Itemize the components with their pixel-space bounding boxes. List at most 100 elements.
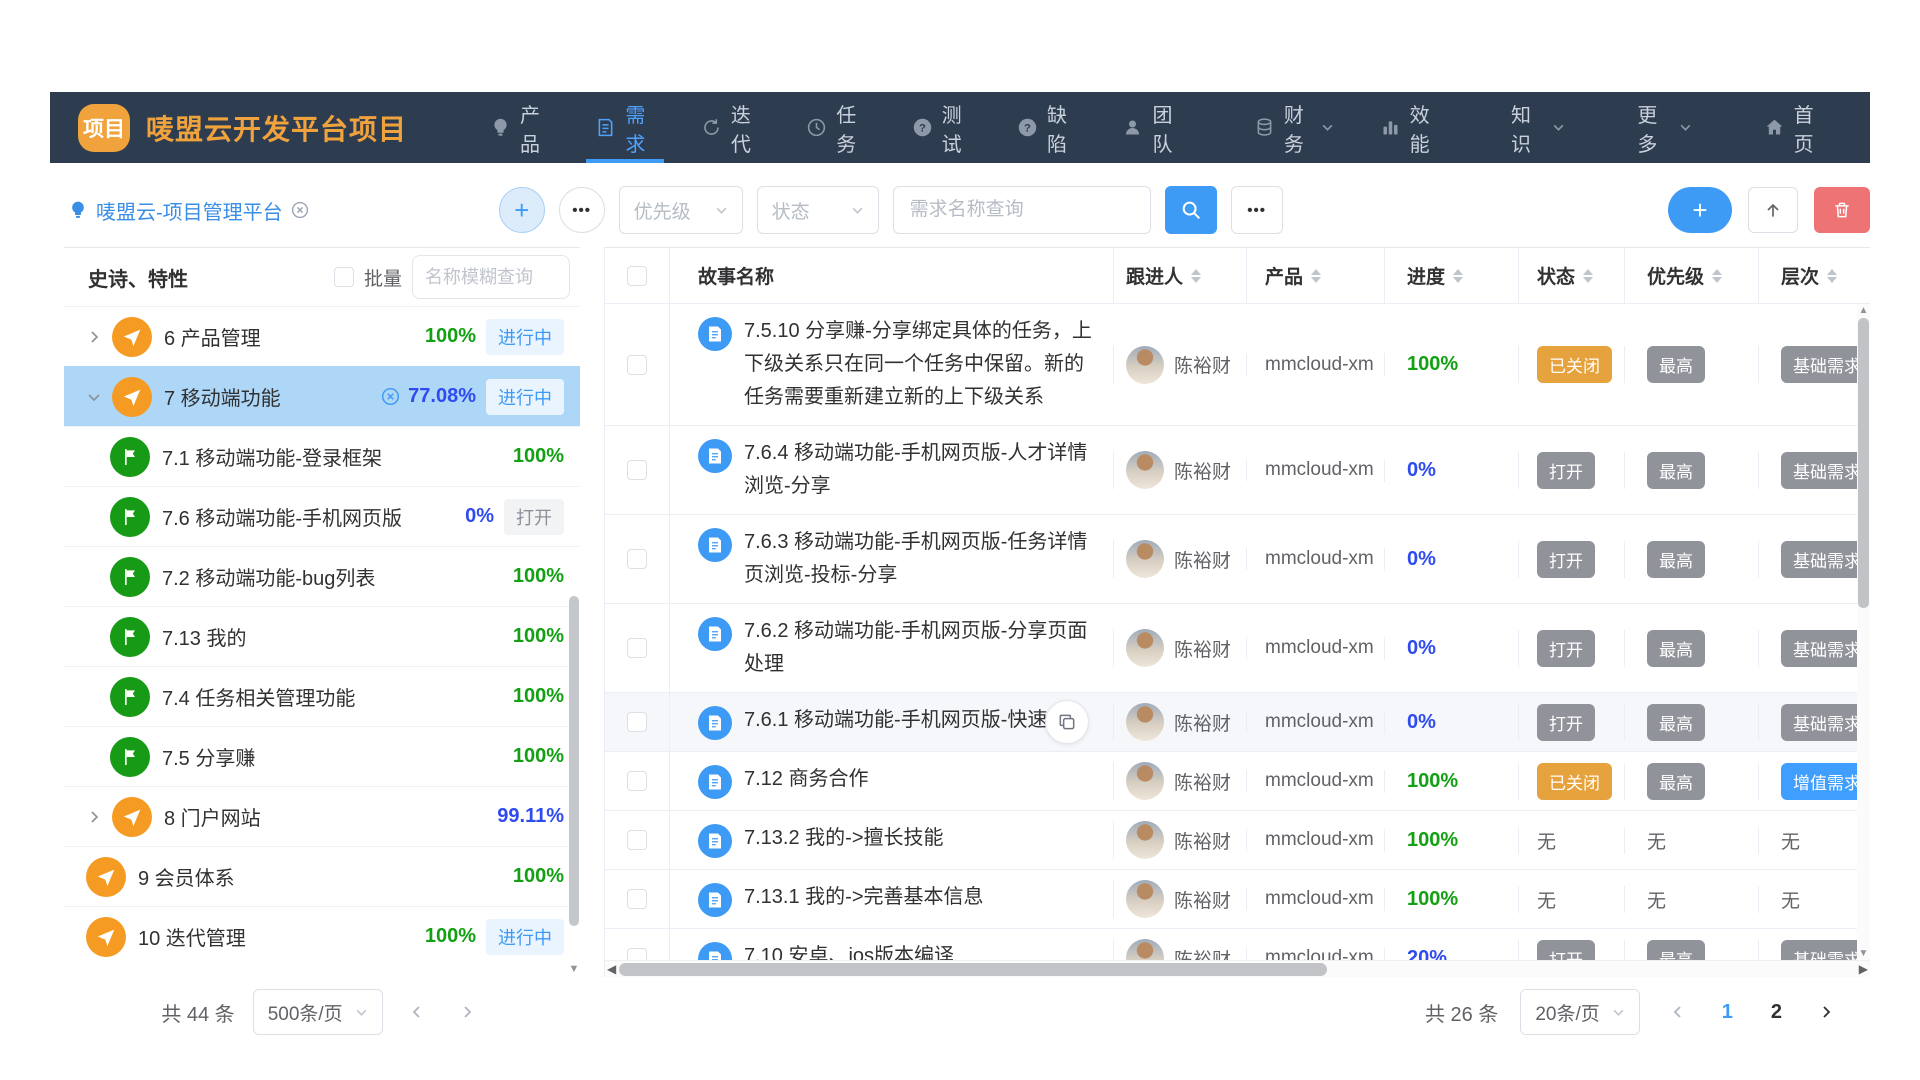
row-checkbox[interactable] [627, 638, 647, 658]
scroll-right-icon[interactable]: ▶ [1859, 962, 1868, 976]
table-vertical-scrollbar[interactable]: ▲ ▼ [1857, 304, 1870, 960]
row-checkbox[interactable] [627, 355, 647, 375]
cell-status: 无 [1518, 886, 1624, 913]
row-checkbox[interactable] [627, 771, 647, 791]
caret-down-icon[interactable] [86, 389, 112, 405]
table-page-size-select[interactable]: 20条/页 [1520, 989, 1639, 1035]
table-row[interactable]: 7.6.1 移动端功能-手机网页版-快速登录陈裕财mmcloud-xm0%打开最… [605, 693, 1870, 752]
tree-item[interactable]: 7.13 我的100% [64, 606, 580, 666]
row-checkbox[interactable] [627, 889, 647, 909]
more-actions-circle-button[interactable]: ••• [559, 187, 605, 233]
cell-progress: 0% [1384, 548, 1518, 571]
table-row[interactable]: 7.12 商务合作陈裕财mmcloud-xm100%已关闭最高增值需求 [605, 752, 1870, 811]
nav-item-iteration[interactable]: 迭代 [682, 92, 779, 163]
story-search-input[interactable] [893, 186, 1151, 234]
table-row[interactable]: 7.6.3 移动端功能-手机网页版-任务详情页浏览-投标-分享陈裕财mmclou… [605, 515, 1870, 604]
select-all-checkbox[interactable] [627, 266, 647, 286]
tree-item[interactable]: 10 迭代管理100%进行中 [64, 906, 580, 966]
scroll-down-icon[interactable]: ▼ [568, 963, 580, 975]
story-title: 7.6.2 移动端功能-手机网页版-分享页面处理 [744, 615, 1095, 681]
nav-item-knowledge[interactable]: 知识 [1492, 92, 1584, 163]
row-checkbox[interactable] [627, 460, 647, 480]
upload-button[interactable] [1748, 187, 1798, 233]
status-filter-select[interactable]: 状态 [757, 186, 879, 234]
nav-item-finance[interactable]: 财务 [1235, 92, 1353, 163]
tree-item[interactable]: 7.1 移动端功能-登录框架100% [64, 426, 580, 486]
scroll-left-icon[interactable]: ◀ [607, 962, 616, 976]
copy-button[interactable] [1045, 700, 1089, 744]
tree-item[interactable]: 8 门户网站99.11% [64, 786, 580, 846]
caret-right-icon[interactable] [86, 329, 112, 345]
scrollbar-thumb[interactable] [619, 963, 1327, 976]
priority-pill: 最高 [1647, 704, 1705, 741]
batch-checkbox[interactable] [334, 267, 354, 287]
tree-search-input[interactable] [412, 255, 570, 299]
tree-item[interactable]: 7.6 移动端功能-手机网页版0%打开 [64, 486, 580, 546]
prev-page-button[interactable] [1662, 1004, 1694, 1020]
nav-item-task[interactable]: 任务 [787, 92, 884, 163]
tree-item[interactable]: 7.2 移动端功能-bug列表100% [64, 546, 580, 606]
table-row[interactable]: 7.13.2 我的->擅长技能陈裕财mmcloud-xm100%无无无 [605, 811, 1870, 870]
nav-item-product[interactable]: 产品 [471, 92, 568, 163]
nav-item-home[interactable]: 首页 [1745, 92, 1842, 163]
nav-item-team[interactable]: 团队 [1103, 92, 1200, 163]
close-circle-icon[interactable] [381, 387, 400, 406]
add-story-circle-button[interactable]: + [499, 187, 545, 233]
breadcrumb-label[interactable]: 唛盟云-项目管理平台 [96, 196, 283, 225]
delete-button[interactable] [1814, 187, 1870, 233]
table-row[interactable]: 7.13.1 我的->完善基本信息陈裕财mmcloud-xm100%无无无 [605, 870, 1870, 929]
sort-icon[interactable] [1453, 269, 1463, 283]
prev-page-button[interactable] [401, 1004, 433, 1020]
page-number[interactable]: 2 [1765, 1001, 1788, 1024]
sort-icon[interactable] [1583, 269, 1593, 283]
scrollbar-thumb[interactable] [569, 596, 579, 926]
next-page-button[interactable] [451, 1004, 483, 1020]
loop-icon [701, 117, 722, 138]
nav-item-more[interactable]: 更多 [1618, 92, 1710, 163]
header-cell-product[interactable]: 产品 [1246, 248, 1384, 303]
nav-item-performance[interactable]: 效能 [1361, 92, 1458, 163]
more-filters-button[interactable]: ••• [1231, 186, 1283, 234]
row-checkbox[interactable] [627, 830, 647, 850]
page-number[interactable]: 1 [1716, 1001, 1739, 1024]
scroll-down-icon[interactable]: ▼ [1857, 948, 1870, 959]
tree-item[interactable]: 6 产品管理100%进行中 [64, 306, 580, 366]
tree-item[interactable]: 9 会员体系100% [64, 846, 580, 906]
progress-percent: 100% [1407, 829, 1458, 852]
sort-icon[interactable] [1827, 269, 1837, 283]
scrollbar-thumb[interactable] [1858, 318, 1869, 608]
scroll-up-icon[interactable]: ▲ [1857, 305, 1870, 316]
header-cell-status[interactable]: 状态 [1518, 248, 1624, 303]
table-row[interactable]: 7.5.10 分享赚-分享绑定具体的任务，上下级关系只在同一个任务中保留。新的任… [605, 304, 1870, 426]
sort-icon[interactable] [1712, 269, 1722, 283]
cell-owner: 陈裕财 [1113, 821, 1246, 859]
story-doc-icon [698, 824, 732, 858]
header-cell-priority[interactable]: 优先级 [1624, 248, 1758, 303]
nav-item-defect[interactable]: ?缺陷 [998, 92, 1095, 163]
search-button[interactable] [1165, 186, 1217, 234]
row-checkbox[interactable] [627, 549, 647, 569]
sort-icon[interactable] [1191, 269, 1201, 283]
header-cell-progress[interactable]: 进度 [1384, 248, 1518, 303]
row-checkbox[interactable] [627, 712, 647, 732]
tree-item[interactable]: 7.4 任务相关管理功能100% [64, 666, 580, 726]
add-button[interactable]: + [1668, 187, 1732, 233]
tree-page-size-select[interactable]: 500条/页 [253, 989, 383, 1035]
table-row[interactable]: 7.6.4 移动端功能-手机网页版-人才详情浏览-分享陈裕财mmcloud-xm… [605, 426, 1870, 515]
caret-right-icon[interactable] [86, 809, 112, 825]
tree-item[interactable]: 7 移动端功能77.08%进行中 [64, 366, 580, 426]
nav-item-test[interactable]: ?测试 [893, 92, 990, 163]
table-row[interactable]: 7.6.2 移动端功能-手机网页版-分享页面处理陈裕财mmcloud-xm0%打… [605, 604, 1870, 693]
cell-progress: 100% [1384, 770, 1518, 793]
close-icon[interactable] [291, 201, 309, 219]
priority-filter-select[interactable]: 优先级 [619, 186, 743, 234]
header-cell-level[interactable]: 层次 [1758, 248, 1870, 303]
nav-item-requirement[interactable]: 需求 [576, 92, 673, 163]
header-cell-owner[interactable]: 跟进人 [1113, 248, 1246, 303]
tree-scrollbar[interactable]: ▼ [568, 306, 580, 977]
tree-item[interactable]: 7.5 分享赚100% [64, 726, 580, 786]
sort-icon[interactable] [1311, 269, 1321, 283]
table-horizontal-scrollbar[interactable]: ◀ ▶ [605, 960, 1870, 977]
next-page-button[interactable] [1810, 1004, 1842, 1020]
cell-product: mmcloud-xm [1246, 459, 1384, 481]
